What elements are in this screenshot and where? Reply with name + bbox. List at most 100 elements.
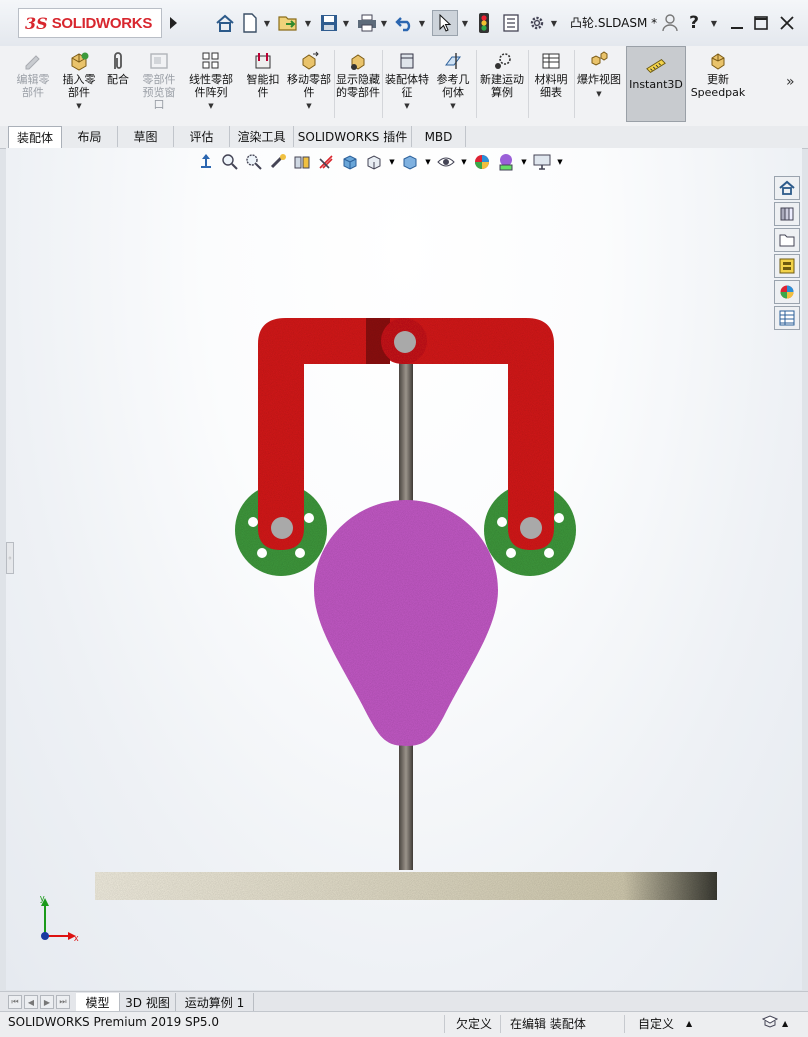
feature-manager-collapse-handle[interactable]: ◦ bbox=[6, 542, 14, 574]
edit-component-button[interactable]: 编辑零部件 bbox=[12, 50, 54, 122]
status-bar: SOLIDWORKS Premium 2019 SP5.0 欠定义 在编辑 装配… bbox=[0, 1011, 808, 1037]
assembly-features-button[interactable]: 装配体特征 ▼ bbox=[384, 50, 430, 122]
new-motion-study-label: 新建运动算例 bbox=[480, 73, 524, 99]
status-separator bbox=[444, 1015, 445, 1033]
help-dropdown-arrow[interactable]: ▼ bbox=[710, 16, 718, 30]
insert-components-button[interactable]: 插入零部件 ▼ bbox=[58, 50, 100, 122]
view-settings-dropdown-arrow[interactable]: ▼ bbox=[556, 152, 564, 172]
tab-mbd[interactable]: MBD bbox=[412, 126, 466, 147]
quick-tips-dropdown-arrow[interactable]: ▲ bbox=[782, 1019, 788, 1028]
instant3d-button[interactable]: Instant3D bbox=[626, 46, 686, 122]
tab-evaluate[interactable]: 评估 bbox=[174, 126, 230, 147]
move-component-button[interactable]: 移动零部件 ▼ bbox=[286, 50, 332, 122]
custom-properties-icon[interactable] bbox=[774, 306, 800, 330]
rebuild-traffic-light-icon[interactable] bbox=[476, 12, 492, 34]
graphics-area[interactable]: y x bbox=[6, 148, 802, 990]
new-document-icon[interactable] bbox=[240, 12, 260, 34]
assembly-features-icon bbox=[396, 50, 418, 72]
save-icon[interactable] bbox=[318, 12, 340, 34]
dynamic-annotation-icon[interactable] bbox=[316, 152, 336, 172]
options-dropdown-arrow[interactable]: ▼ bbox=[550, 16, 558, 30]
appearances-scenes-icon[interactable] bbox=[774, 280, 800, 304]
exploded-view-button[interactable]: 爆炸视图 ▼ bbox=[576, 50, 622, 122]
file-explorer-folder-icon[interactable] bbox=[774, 228, 800, 252]
menu-expand-arrow[interactable] bbox=[166, 12, 180, 34]
close-window-icon[interactable] bbox=[778, 12, 796, 34]
edit-appearance-eye-icon[interactable] bbox=[436, 152, 456, 172]
scene-appearance-icon[interactable] bbox=[496, 152, 516, 172]
undo-icon[interactable] bbox=[394, 12, 416, 34]
bill-of-materials-button[interactable]: 材料明细表 bbox=[530, 50, 572, 122]
file-properties-icon[interactable] bbox=[500, 12, 522, 34]
view-settings-monitor-icon[interactable] bbox=[532, 152, 552, 172]
view-orientation-arrow-icon[interactable] bbox=[196, 152, 216, 172]
design-library-icon[interactable] bbox=[774, 202, 800, 226]
update-speedpak-label: 更新Speedpak bbox=[690, 73, 746, 99]
left-pivot-pin bbox=[271, 517, 293, 539]
view-orientation-cube-icon[interactable] bbox=[340, 152, 360, 172]
update-speedpak-button[interactable]: 更新Speedpak bbox=[690, 50, 746, 122]
prev-tab-arrow-icon[interactable]: ◀ bbox=[24, 995, 38, 1009]
quick-tips-icon[interactable] bbox=[761, 1015, 779, 1032]
display-style-icon[interactable] bbox=[364, 152, 384, 172]
scene-dropdown-arrow[interactable]: ▼ bbox=[520, 152, 528, 172]
options-gear-icon[interactable] bbox=[526, 12, 548, 34]
display-style-dropdown-arrow[interactable]: ▼ bbox=[388, 152, 396, 172]
save-dropdown-arrow[interactable]: ▼ bbox=[342, 16, 350, 30]
hide-show-items-icon[interactable] bbox=[400, 152, 420, 172]
tab-assembly[interactable]: 装配体 bbox=[8, 126, 62, 148]
mate-button[interactable]: 配合 bbox=[100, 50, 136, 122]
tab-render-tools[interactable]: 渲染工具 bbox=[230, 126, 294, 147]
new-dropdown-arrow[interactable]: ▼ bbox=[263, 16, 271, 30]
select-cursor-icon[interactable] bbox=[432, 10, 458, 36]
last-tab-arrow-icon[interactable]: ⏭ bbox=[56, 995, 70, 1009]
component-preview-window-button[interactable]: 零部件预览窗口 bbox=[138, 50, 180, 122]
maximize-window-icon[interactable] bbox=[752, 12, 770, 34]
eye-dropdown-arrow[interactable]: ▼ bbox=[460, 152, 468, 172]
open-dropdown-arrow[interactable]: ▼ bbox=[304, 16, 312, 30]
home-icon[interactable] bbox=[214, 12, 236, 34]
solidworks-resources-home-icon[interactable] bbox=[774, 176, 800, 200]
hide-show-dropdown-arrow[interactable]: ▼ bbox=[424, 152, 432, 172]
tab-sketch[interactable]: 草图 bbox=[118, 126, 174, 147]
tab-model[interactable]: 模型 bbox=[76, 993, 120, 1011]
show-hidden-label: 显示隐藏的零部件 bbox=[336, 73, 380, 99]
pink-cam[interactable] bbox=[314, 500, 498, 746]
reference-geometry-dropdown-arrow[interactable]: ▼ bbox=[450, 100, 455, 113]
view-palette-icon[interactable] bbox=[774, 254, 800, 278]
tab-solidworks-addins[interactable]: SOLIDWORKS 插件 bbox=[294, 126, 412, 147]
zoom-to-fit-icon[interactable] bbox=[220, 152, 240, 172]
solidworks-logo[interactable]: 3S SOLIDWORKS bbox=[18, 8, 162, 38]
tab-layout[interactable]: 布局 bbox=[62, 126, 118, 147]
next-tab-arrow-icon[interactable]: ▶ bbox=[40, 995, 54, 1009]
unit-system-selector[interactable]: 自定义 bbox=[638, 1015, 674, 1032]
section-view-icon[interactable] bbox=[292, 152, 312, 172]
assembly-features-dropdown-arrow[interactable]: ▼ bbox=[404, 100, 409, 113]
move-component-dropdown-arrow[interactable]: ▼ bbox=[306, 100, 311, 113]
print-dropdown-arrow[interactable]: ▼ bbox=[380, 16, 388, 30]
exploded-view-dropdown-arrow[interactable]: ▼ bbox=[596, 88, 601, 101]
show-hidden-components-button[interactable]: 显示隐藏的零部件 bbox=[336, 50, 380, 122]
minimize-window-icon[interactable] bbox=[728, 12, 746, 34]
tab-motion-study-1[interactable]: 运动算例 1 bbox=[176, 993, 254, 1011]
base-plate[interactable] bbox=[95, 872, 717, 900]
new-motion-study-button[interactable]: 新建运动算例 bbox=[478, 50, 526, 122]
open-document-icon[interactable] bbox=[276, 12, 300, 34]
select-dropdown-arrow[interactable]: ▼ bbox=[461, 16, 469, 30]
insert-components-dropdown-arrow[interactable]: ▼ bbox=[76, 100, 81, 113]
apply-scene-color-ball-icon[interactable] bbox=[472, 152, 492, 172]
undo-dropdown-arrow[interactable]: ▼ bbox=[418, 16, 426, 30]
linear-component-pattern-button[interactable]: 线性零部件阵列 ▼ bbox=[184, 50, 238, 122]
tab-3d-views[interactable]: 3D 视图 bbox=[120, 993, 176, 1011]
first-tab-arrow-icon[interactable]: ⏮ bbox=[8, 995, 22, 1009]
smart-fasteners-button[interactable]: 智能扣件 bbox=[242, 50, 284, 122]
ribbon-overflow-chevron-icon[interactable]: » bbox=[786, 74, 795, 90]
reference-geometry-button[interactable]: 参考几何体 ▼ bbox=[432, 50, 474, 122]
unit-system-dropdown-arrow[interactable]: ▲ bbox=[686, 1019, 692, 1028]
previous-view-icon[interactable] bbox=[268, 152, 288, 172]
print-icon[interactable] bbox=[356, 12, 378, 34]
user-account-icon[interactable] bbox=[660, 12, 680, 34]
zoom-to-area-icon[interactable] bbox=[244, 152, 264, 172]
help-icon[interactable]: ? bbox=[686, 12, 702, 34]
linear-pattern-dropdown-arrow[interactable]: ▼ bbox=[208, 100, 213, 113]
